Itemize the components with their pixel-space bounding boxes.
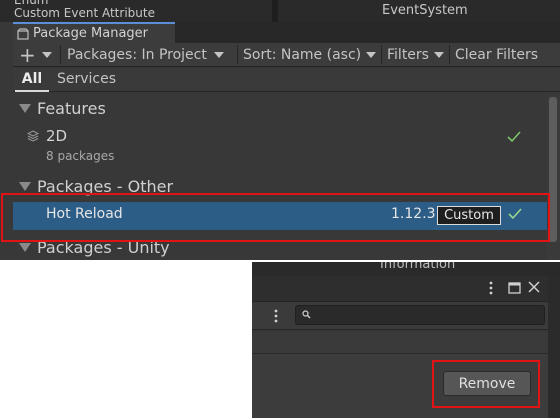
package-toolbar: + Packages: In Project Sort: Name (asc) … bbox=[13, 43, 560, 67]
details-content-strip bbox=[252, 332, 548, 354]
caret-down-icon bbox=[41, 51, 52, 58]
close-icon[interactable] bbox=[528, 281, 540, 293]
package-manager-icon bbox=[17, 28, 29, 40]
toolbar-separator bbox=[60, 45, 61, 64]
caret-down-icon bbox=[433, 51, 444, 58]
more-options-icon[interactable] bbox=[489, 281, 493, 295]
details-right-sliver bbox=[548, 276, 560, 418]
more-options-icon[interactable] bbox=[274, 309, 278, 323]
tab-services[interactable]: Services bbox=[57, 68, 116, 92]
maximize-icon[interactable] bbox=[508, 282, 521, 294]
collapse-triangle-icon bbox=[19, 181, 31, 191]
collapse-triangle-icon bbox=[19, 242, 31, 252]
clear-filters-button[interactable]: Clear Filters bbox=[455, 43, 538, 66]
background-editor-strip: Enum Custom Event Attribute EventSystem bbox=[0, 0, 560, 22]
scrollbar-thumb[interactable] bbox=[549, 97, 557, 242]
feature-icon bbox=[27, 130, 39, 142]
details-title-bar bbox=[252, 276, 548, 302]
details-top-strip: Information bbox=[252, 262, 560, 276]
checkmark-icon bbox=[507, 131, 521, 143]
toolbar-separator bbox=[449, 45, 450, 64]
sort-label: Sort: Name (asc) bbox=[243, 46, 362, 63]
background-hierarchy-text: Enum Custom Event Attribute bbox=[14, 0, 155, 20]
highlight-hot-reload bbox=[1, 193, 550, 242]
filters-label: Filters bbox=[387, 46, 429, 63]
highlight-remove bbox=[432, 360, 540, 408]
packages-scope-label: Packages: In Project bbox=[67, 46, 207, 63]
information-label: Information bbox=[380, 262, 456, 272]
package-subtitle: 8 packages bbox=[46, 149, 115, 163]
background-divider bbox=[272, 0, 278, 22]
toolbar-separator bbox=[381, 45, 382, 64]
section-features-label: Features bbox=[37, 98, 106, 118]
package-name: 2D bbox=[46, 127, 68, 145]
add-package-button[interactable]: + bbox=[19, 43, 52, 66]
section-features[interactable]: Features bbox=[13, 97, 547, 119]
sort-dropdown[interactable]: Sort: Name (asc) bbox=[243, 43, 377, 66]
package-manager-tab[interactable]: Package Manager bbox=[13, 22, 175, 43]
caret-down-icon bbox=[366, 51, 377, 58]
add-icon: + bbox=[19, 42, 36, 67]
package-source-tabs: All Services bbox=[13, 68, 560, 92]
search-input[interactable] bbox=[295, 305, 545, 325]
filters-dropdown[interactable]: Filters bbox=[387, 43, 444, 66]
packages-scope-dropdown[interactable]: Packages: In Project bbox=[67, 43, 224, 66]
toolbar-separator bbox=[237, 45, 238, 64]
details-toolbar bbox=[252, 302, 548, 330]
window-tab-bar: Package Manager bbox=[13, 22, 560, 43]
caret-down-icon bbox=[213, 51, 224, 58]
collapse-triangle-icon bbox=[19, 103, 31, 113]
background-eventsystem-text: EventSystem bbox=[382, 3, 468, 18]
search-icon bbox=[302, 310, 311, 319]
tab-all[interactable]: All bbox=[15, 68, 49, 92]
package-row-2d[interactable]: 2D 8 packages bbox=[13, 125, 547, 167]
window-title: Package Manager bbox=[33, 26, 149, 41]
